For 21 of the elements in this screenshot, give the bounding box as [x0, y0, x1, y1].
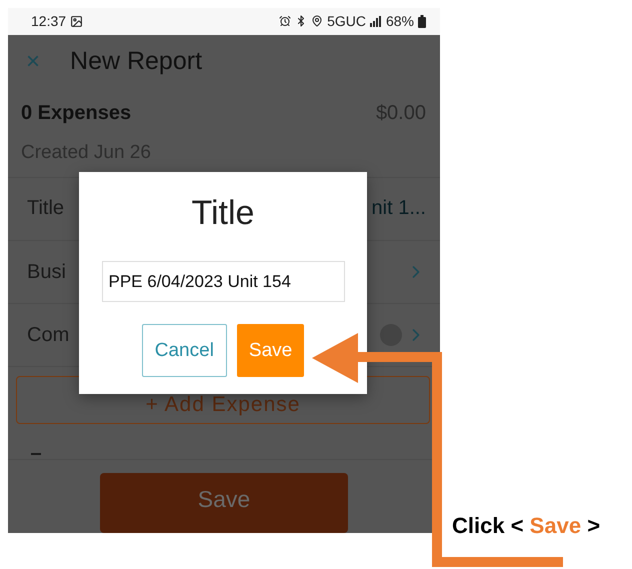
close-icon[interactable]: ×	[26, 48, 40, 76]
save-button[interactable]: Save	[100, 473, 348, 533]
row-label: Com	[27, 324, 70, 347]
image-icon	[70, 14, 84, 28]
instruction-text: Click < Save >	[452, 513, 602, 539]
expense-count: 0 Expenses	[21, 102, 132, 126]
row-label: Title	[27, 197, 64, 220]
screen-title: New Report	[70, 47, 202, 76]
signal-icon	[370, 16, 382, 27]
dialog-title: Title	[192, 194, 254, 233]
cancel-button[interactable]: Cancel	[142, 324, 227, 377]
dialog-save-button[interactable]: Save	[236, 324, 304, 377]
alarm-icon	[279, 15, 292, 28]
title-input[interactable]: PPE 6/04/2023 Unit 154	[102, 261, 344, 302]
network-label: 5GUC	[327, 13, 366, 30]
battery-icon	[418, 14, 426, 28]
status-time: 12:37	[31, 13, 66, 30]
row-value: nit 1...	[372, 197, 426, 220]
battery-level: 68%	[386, 13, 414, 30]
row-label: Busi	[27, 260, 66, 284]
location-icon	[311, 15, 324, 28]
